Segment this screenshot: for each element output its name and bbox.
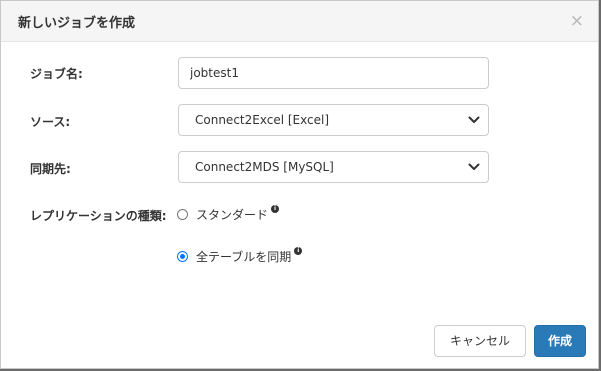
info-icon: i [271,205,280,213]
destination-selected-value: Connect2MDS [MySQL] [195,160,334,174]
cancel-button[interactable]: キャンセル [434,325,526,357]
source-label: ソース: [30,115,71,129]
job-name-label: ジョブ名: [30,67,83,81]
full-sync-radio-label: 全テーブルを同期 [196,249,292,264]
close-icon[interactable]: × [570,11,584,31]
create-job-dialog: 新しいジョブを作成 × ジョブ名: ソース: Connect2Excel [Ex… [0,0,599,369]
job-name-input[interactable] [178,57,489,89]
chevron-down-icon [468,163,480,170]
full-sync-radio[interactable] [177,250,188,262]
source-selected-value: Connect2Excel [Excel] [195,113,330,127]
replication-option-standard[interactable]: スタンダード i [177,205,280,223]
create-button[interactable]: 作成 [534,325,586,357]
destination-select[interactable]: Connect2MDS [MySQL] [178,151,489,183]
destination-label: 同期先: [30,162,71,176]
info-icon: i [294,247,303,255]
standard-radio-label: スタンダード [196,207,269,222]
source-select[interactable]: Connect2Excel [Excel] [178,104,489,136]
dialog-title: 新しいジョブを作成 [18,16,136,31]
dialog-header: 新しいジョブを作成 × [1,1,598,42]
replication-option-full-sync[interactable]: 全テーブルを同期 i [177,247,303,265]
replication-type-label: レプリケーションの種類: [30,209,167,223]
chevron-down-icon [468,116,480,123]
standard-radio[interactable] [177,208,188,220]
